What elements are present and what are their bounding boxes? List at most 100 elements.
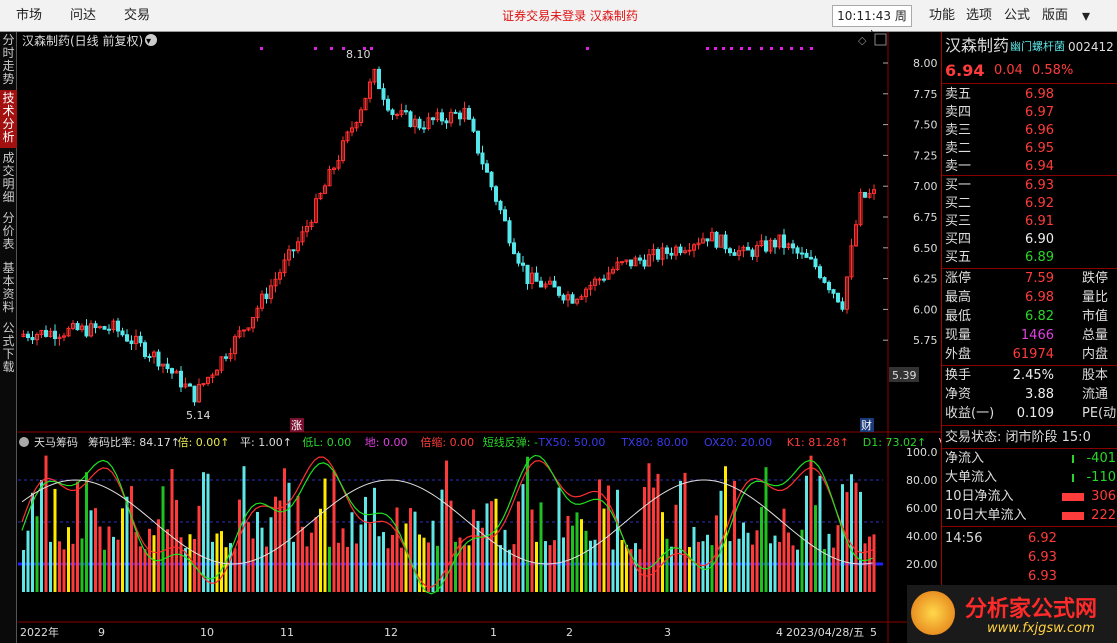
- volume-bar: [94, 508, 97, 592]
- volume-bar: [553, 540, 556, 592]
- volume-bar: [26, 530, 30, 592]
- candle-body: [516, 253, 521, 264]
- volume-bar: [76, 481, 79, 592]
- buy-level[interactable]: 买五 6.89: [942, 249, 1117, 267]
- candle-body: [138, 335, 143, 344]
- fund-flow-row[interactable]: 大单流入 -110: [942, 469, 1117, 487]
- sidebar-tab-price-table[interactable]: 分价表: [0, 210, 17, 256]
- sidebar-tab-fundamentals[interactable]: 基本资料: [0, 260, 17, 318]
- volume-bar: [314, 517, 318, 592]
- candle-body: [804, 252, 809, 258]
- dropdown-icon[interactable]: ▾: [1082, 0, 1090, 32]
- candle-body: [75, 322, 80, 331]
- buy-level-value: 6.89: [1025, 250, 1054, 265]
- candle-body: [863, 191, 867, 198]
- tick-time: 14:56: [945, 531, 983, 546]
- volume-bar: [445, 460, 448, 592]
- stat2-row[interactable]: 换手 2.45% 股本: [942, 367, 1117, 385]
- sidebar-tab-intraday[interactable]: 分时走势: [0, 32, 17, 90]
- candle-body: [53, 330, 57, 340]
- fund-flow-label: 大单流入: [945, 470, 998, 485]
- volume-bar: [427, 542, 430, 592]
- sell-level[interactable]: 卖五 6.98: [942, 86, 1117, 104]
- volume-bar: [710, 545, 714, 592]
- menu-layout[interactable]: 版面: [1042, 0, 1068, 32]
- y-tick-label: 8.00: [913, 57, 938, 70]
- buy-level[interactable]: 买二 6.92: [942, 195, 1117, 213]
- volume-bar: [823, 549, 826, 592]
- candle-body: [620, 261, 624, 264]
- volume-bar: [409, 508, 412, 592]
- menu-function[interactable]: 功能: [929, 0, 955, 32]
- stat-row[interactable]: 外盘 61974 内盘: [942, 346, 1117, 364]
- candle-body: [444, 120, 449, 124]
- volume-bar: [449, 500, 453, 592]
- stat2-row-label: 收益(一): [945, 406, 995, 421]
- candle-body: [471, 118, 476, 132]
- fund-flow-row[interactable]: 10日净流入 306: [942, 488, 1117, 506]
- menu-options[interactable]: 选项: [966, 0, 992, 32]
- fund-flow-value: -110: [1086, 470, 1116, 485]
- candle-body: [107, 328, 111, 331]
- buy-level[interactable]: 买一 6.93: [942, 177, 1117, 195]
- candle-body: [525, 264, 530, 285]
- candle-body: [102, 326, 107, 330]
- ind-tick-label: 40.00: [906, 530, 938, 543]
- buy-level[interactable]: 买四 6.90: [942, 231, 1117, 249]
- stat-row[interactable]: 最高 6.98 量比: [942, 289, 1117, 307]
- sell-level-label: 卖三: [945, 123, 972, 138]
- stat-row[interactable]: 涨停 7.59 跌停: [942, 270, 1117, 288]
- candle-body: [480, 152, 485, 165]
- indicator-options-icon[interactable]: [19, 437, 29, 447]
- stat2-row[interactable]: 净资 3.88 流通: [942, 386, 1117, 404]
- menu-wenda[interactable]: 问达: [70, 0, 96, 32]
- volume-bar: [161, 486, 165, 592]
- stat-row-label: 最低: [945, 309, 972, 324]
- volume-bar: [346, 546, 349, 592]
- signal-dot: [780, 47, 783, 50]
- candle-body: [557, 286, 561, 296]
- x-axis-label: 12: [384, 626, 398, 639]
- signal-dot: [810, 47, 813, 50]
- volume-bar: [512, 544, 516, 592]
- volume-bar: [656, 473, 660, 592]
- candle-body: [665, 247, 669, 254]
- candle-body: [408, 111, 413, 128]
- sidebar-tab-trades[interactable]: 成交明细: [0, 150, 17, 208]
- menu-trade[interactable]: 交易: [124, 0, 150, 32]
- menu-market[interactable]: 市场: [16, 0, 42, 32]
- sidebar-tab-formula-download[interactable]: 公式下载: [0, 320, 17, 378]
- volume-bar: [692, 526, 696, 592]
- fund-flow-row[interactable]: 净流入 -401: [942, 450, 1117, 468]
- kline-chart[interactable]: 汉森制药(日线 前复权) ▾ ◇ 8.00 7.75 7.50 7.25 7.00 6.7…: [18, 32, 942, 643]
- login-notice[interactable]: 证券交易未登录 汉森制药: [420, 0, 720, 32]
- diamond-icon[interactable]: ◇: [858, 34, 867, 47]
- y-tick-label: 7.75: [913, 88, 938, 101]
- volume-bar: [539, 502, 543, 592]
- indicator-value: 低L: 0.00: [302, 436, 351, 449]
- concept-tag[interactable]: 幽门螺杆菌: [1010, 38, 1065, 56]
- marker-cai-label[interactable]: 财: [861, 418, 872, 432]
- candle-body: [678, 246, 683, 254]
- candle-body: [494, 186, 498, 202]
- candle-body: [377, 68, 381, 90]
- chevron-down-icon[interactable]: ▾: [146, 36, 151, 47]
- stat2-row[interactable]: 收益(一) 0.109 PE(动): [942, 405, 1117, 423]
- candle-body: [638, 257, 642, 261]
- sell-level[interactable]: 卖三 6.96: [942, 122, 1117, 140]
- buy-level-value: 6.92: [1025, 196, 1054, 211]
- candle-body: [827, 281, 831, 291]
- marker-zhang-label[interactable]: 涨: [291, 419, 302, 432]
- fund-flow-row[interactable]: 10日大单流入 222: [942, 507, 1117, 525]
- sell-level[interactable]: 卖一 6.94: [942, 158, 1117, 176]
- sell-level-label: 卖四: [945, 105, 972, 120]
- buy-level[interactable]: 买三 6.91: [942, 213, 1117, 231]
- sell-level[interactable]: 卖四 6.97: [942, 104, 1117, 122]
- stat-row[interactable]: 最低 6.82 市值: [942, 308, 1117, 326]
- stat-row[interactable]: 现量 1466 总量: [942, 327, 1117, 345]
- stat-row-value: 61974: [1012, 347, 1054, 362]
- menu-formula[interactable]: 公式: [1004, 0, 1030, 32]
- sidebar-tab-technical[interactable]: 技术分析: [0, 90, 17, 148]
- candle-body: [440, 112, 444, 122]
- sell-level[interactable]: 卖二 6.95: [942, 140, 1117, 158]
